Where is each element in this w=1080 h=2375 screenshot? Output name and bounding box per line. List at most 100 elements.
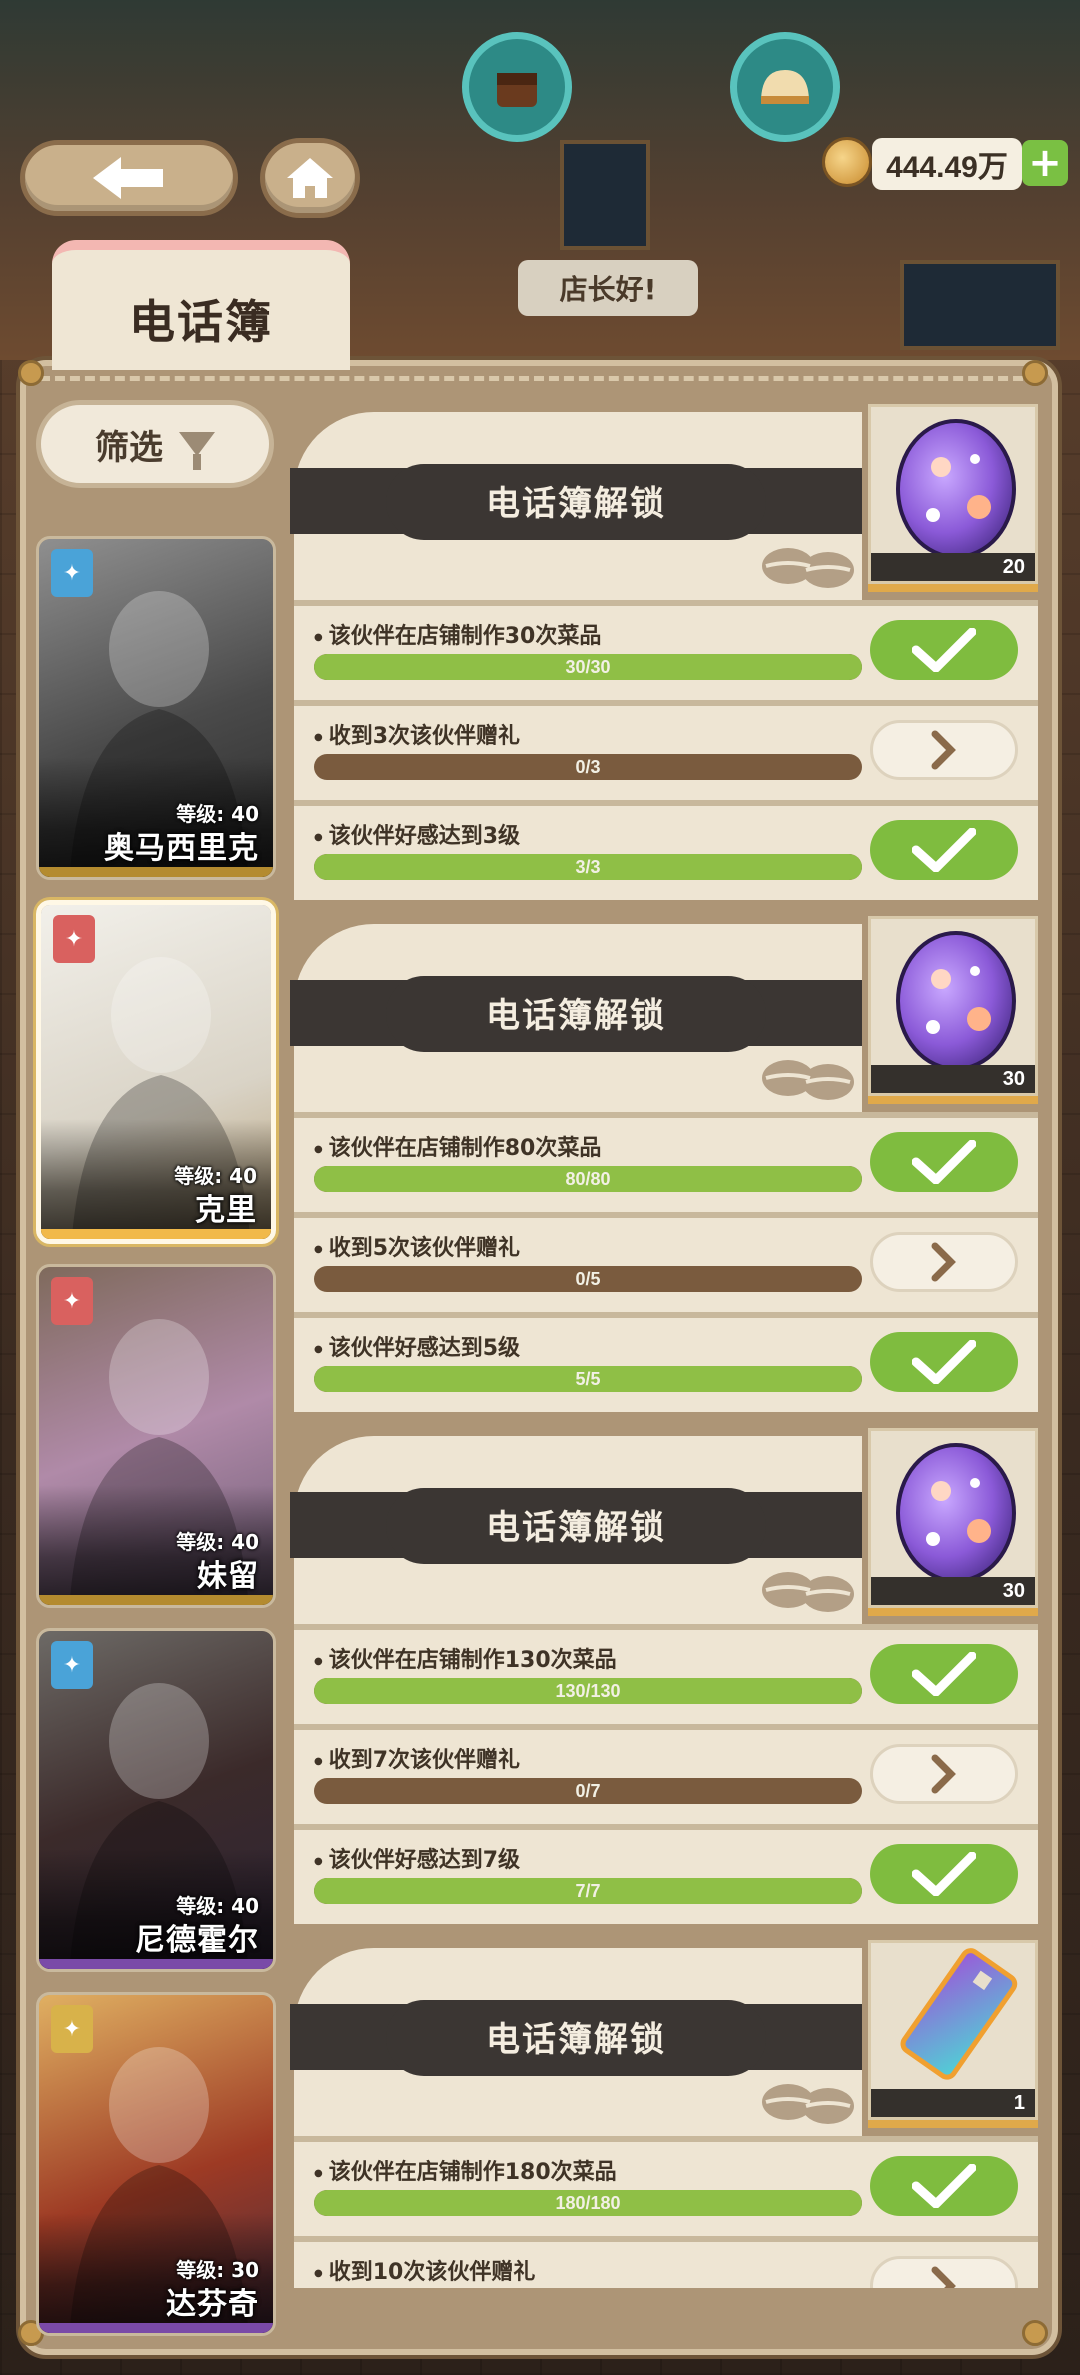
arrow-left-icon (93, 157, 163, 199)
task-label: 收到5次该伙伴赠礼 (314, 1230, 520, 1262)
coffee-bean-icon (762, 1060, 854, 1100)
role-badge-icon: ✦ (51, 1641, 93, 1689)
task-complete-button[interactable] (870, 1332, 1018, 1392)
filter-label: 筛选 (95, 427, 163, 468)
task-row: 该伙伴在店铺制作80次菜品 80/80 (294, 1118, 1038, 1212)
task-complete-button[interactable] (870, 1132, 1018, 1192)
chevron-right-icon (931, 730, 956, 770)
task-progress-text: 0/5 (575, 1269, 601, 1289)
panel-rivet (1022, 360, 1048, 386)
bread-icon (761, 70, 809, 104)
reward-shelf (868, 584, 1038, 592)
task-progress-text: 5/5 (575, 1369, 601, 1389)
task-progress-text: 3/3 (575, 857, 601, 877)
task-label: 收到10次该伙伴赠礼 (314, 2254, 536, 2286)
task-progress-bar: 3/3 (314, 854, 862, 880)
character-name: 克里 (195, 1193, 257, 1228)
character-card[interactable]: ✦ 等级: 40 妹留 (36, 1264, 276, 1608)
task-complete-button[interactable] (870, 1844, 1018, 1904)
rarity-stripe (39, 867, 273, 877)
task-row: 该伙伴在店铺制作30次菜品 30/30 (294, 606, 1038, 700)
reward-item[interactable]: 30 (868, 1428, 1038, 1608)
reward-count: 30 (871, 1577, 1035, 1605)
role-badge-icon: ✦ (51, 1277, 93, 1325)
title-tab: 电话簿 (52, 240, 350, 370)
home-button[interactable] (260, 138, 360, 218)
add-currency-button[interactable]: + (1022, 140, 1068, 186)
unlock-header: 电话簿解锁 20 (290, 404, 1038, 606)
reward-item[interactable]: 20 (868, 404, 1038, 584)
reward-item[interactable]: 1 (868, 1940, 1038, 2120)
checkmark-icon (912, 1140, 976, 1184)
rarity-stripe (39, 1959, 273, 1969)
rarity-stripe (41, 1229, 271, 1239)
panel-dash-divider (40, 376, 1038, 382)
section-gap (290, 1414, 1038, 1428)
reward-shelf (868, 1608, 1038, 1616)
chest-icon (497, 73, 537, 107)
role-badge-icon: ✦ (51, 2005, 93, 2053)
character-name: 尼德霍尔 (135, 1923, 259, 1958)
character-card[interactable]: ✦ 等级: 30 达芬奇 (36, 1992, 276, 2336)
character-card[interactable]: ✦ 等级: 40 克里 (36, 900, 276, 1244)
filter-button[interactable]: 筛选 (36, 400, 274, 488)
task-progress-bar: 30/30 (314, 654, 862, 680)
task-go-button[interactable] (870, 720, 1018, 780)
reward-shelf (868, 1096, 1038, 1104)
checkmark-icon (912, 1852, 976, 1896)
checkmark-icon (912, 1340, 976, 1384)
phone-card-icon (900, 1948, 1018, 2080)
coin-icon (822, 137, 872, 187)
character-card[interactable]: ✦ 等级: 40 奥马西里克 (36, 536, 276, 880)
coffee-bean-icon (762, 548, 854, 588)
page-title: 电话簿 (129, 295, 273, 349)
section-gap (290, 1926, 1038, 1940)
role-badge-icon: ✦ (53, 915, 95, 963)
task-label: 收到7次该伙伴赠礼 (314, 1742, 520, 1774)
task-complete-button[interactable] (870, 1644, 1018, 1704)
task-progress-bar: 130/130 (314, 1678, 862, 1704)
npc-greeting-bubble: 店长好! (518, 260, 698, 316)
task-complete-button[interactable] (870, 2156, 1018, 2216)
checkmark-icon (912, 628, 976, 672)
reward-item[interactable]: 30 (868, 916, 1038, 1096)
task-progress-bar: 80/80 (314, 1166, 862, 1192)
reward-count: 20 (871, 553, 1035, 581)
purple-egg-icon (896, 1443, 1016, 1581)
task-complete-button[interactable] (870, 620, 1018, 680)
unlock-header: 电话簿解锁 1 (290, 1940, 1038, 2142)
back-button[interactable] (20, 140, 238, 216)
reward-shelf (868, 2120, 1038, 2128)
character-name: 奥马西里克 (104, 831, 259, 866)
section-gap (290, 902, 1038, 916)
task-row: 该伙伴在店铺制作180次菜品 180/180 (294, 2142, 1038, 2236)
unlock-header: 电话簿解锁 30 (290, 916, 1038, 1118)
task-go-button[interactable] (870, 1232, 1018, 1292)
panel-rivet (18, 360, 44, 386)
task-label: 该伙伴在店铺制作130次菜品 (314, 1642, 617, 1674)
character-card[interactable]: ✦ 等级: 40 尼德霍尔 (36, 1628, 276, 1972)
reward-count: 1 (871, 2089, 1035, 2117)
task-complete-button[interactable] (870, 820, 1018, 880)
shop-item-bubble[interactable] (462, 32, 572, 142)
task-progress-text: 0/3 (575, 757, 601, 777)
task-progress-bar: 0/7 (314, 1778, 862, 1804)
shop-window (560, 140, 650, 250)
task-label: 该伙伴好感达到3级 (314, 818, 520, 850)
task-label: 该伙伴在店铺制作80次菜品 (314, 1130, 602, 1162)
rarity-stripe (39, 2323, 273, 2333)
task-go-button[interactable] (870, 2256, 1018, 2288)
task-progress-bar: 5/5 (314, 1366, 862, 1392)
unlock-title: 电话簿解锁 (486, 996, 666, 1036)
panel-rivet (1022, 2320, 1048, 2346)
task-go-button[interactable] (870, 1744, 1018, 1804)
task-progress-text: 80/80 (565, 1169, 611, 1189)
food-order-bubble[interactable] (730, 32, 840, 142)
unlock-list[interactable]: 电话簿解锁 20 该伙伴在店铺制作30次菜品 30/30 (282, 404, 1044, 2288)
task-row: 该伙伴在店铺制作130次菜品 130/130 (294, 1630, 1038, 1724)
task-label: 该伙伴在店铺制作180次菜品 (314, 2154, 617, 2186)
task-label: 该伙伴在店铺制作30次菜品 (314, 618, 602, 650)
unlock-title: 电话簿解锁 (486, 2020, 666, 2060)
task-row: 该伙伴好感达到7级 7/7 (294, 1830, 1038, 1924)
task-label: 收到3次该伙伴赠礼 (314, 718, 520, 750)
